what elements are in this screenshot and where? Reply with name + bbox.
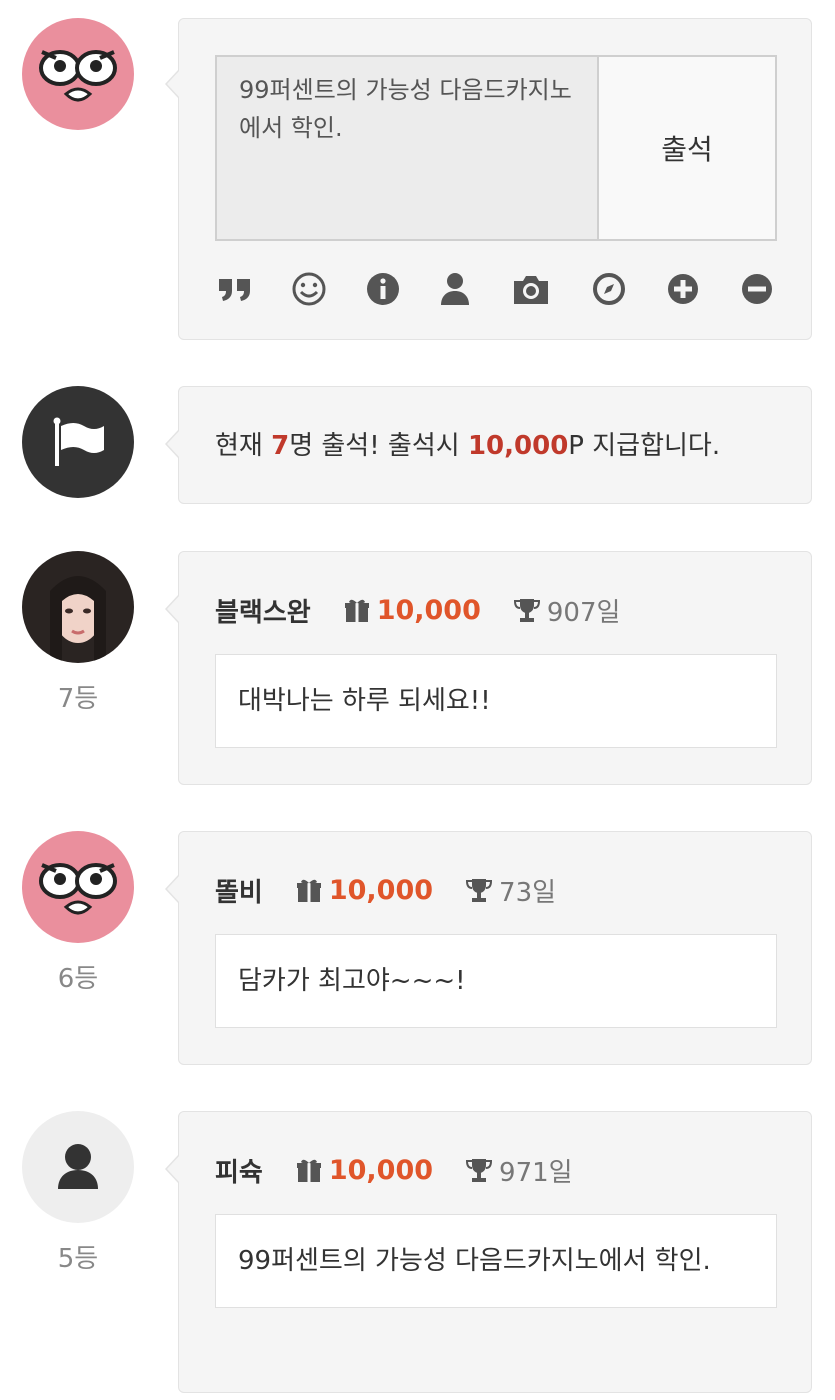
attendance-notice: 현재 7명 출석! 출석시 10,000P 지급합니다. bbox=[215, 431, 721, 461]
rank-label: 7등 bbox=[57, 684, 99, 714]
compose-panel: 99퍼센트의 가능성 다음드카지노에서 학인. 출석 bbox=[165, 18, 812, 340]
nickname[interactable]: 피슉 bbox=[215, 1152, 263, 1189]
trophy-icon bbox=[466, 1159, 493, 1182]
compose-toolbar bbox=[215, 269, 777, 313]
attendance-days: 971일 bbox=[499, 1157, 573, 1188]
user-icon[interactable] bbox=[435, 269, 475, 309]
comment-panel: 블랙스완 10,000 907일 대박나는 하루 되세요!! bbox=[165, 551, 812, 785]
attendance-days: 907일 bbox=[546, 597, 621, 628]
camera-icon[interactable] bbox=[511, 269, 551, 309]
info-icon[interactable] bbox=[363, 269, 403, 309]
comment-message: 담카가 최고야~~~! bbox=[215, 934, 777, 1028]
comment-meta: 똘비 10,000 73일 bbox=[215, 870, 556, 910]
comment-message: 대박나는 하루 되세요!! bbox=[215, 654, 777, 748]
profile-photo bbox=[50, 576, 106, 663]
rank-label: 6등 bbox=[57, 964, 99, 994]
commenter-avatar[interactable] bbox=[22, 831, 134, 943]
comment-meta: 피슉 10,000 971일 bbox=[215, 1150, 573, 1190]
notice-panel: 현재 7명 출석! 출석시 10,000P 지급합니다. bbox=[165, 386, 812, 504]
compose-box: 99퍼센트의 가능성 다음드카지노에서 학인. 출석 bbox=[215, 55, 777, 241]
comment-meta: 블랙스완 10,000 907일 bbox=[215, 590, 620, 630]
rank-label: 5등 bbox=[57, 1244, 99, 1274]
smile-icon[interactable] bbox=[289, 269, 329, 309]
user-avatar bbox=[22, 18, 134, 130]
compass-icon[interactable] bbox=[589, 269, 629, 309]
gift-icon bbox=[344, 599, 369, 622]
minus-icon[interactable] bbox=[737, 269, 777, 309]
nickname[interactable]: 블랙스완 bbox=[215, 592, 311, 629]
plus-icon[interactable] bbox=[663, 269, 703, 309]
comment-message: 99퍼센트의 가능성 다음드카지노에서 학인. bbox=[215, 1214, 777, 1308]
points-value: 10,000 bbox=[328, 1154, 434, 1186]
gift-icon bbox=[296, 1159, 321, 1182]
comment-panel: 피슉 10,000 971일 99퍼센트의 가능성 다음드카지노에서 학인. bbox=[165, 1111, 812, 1393]
compose-input[interactable]: 99퍼센트의 가능성 다음드카지노에서 학인. bbox=[217, 57, 599, 239]
comment-panel: 똘비 10,000 73일 담카가 최고야~~~! bbox=[165, 831, 812, 1065]
nickname[interactable]: 똘비 bbox=[215, 872, 263, 909]
commenter-avatar[interactable] bbox=[22, 551, 134, 663]
attendance-points: 10,000 bbox=[467, 431, 569, 461]
flag-icon bbox=[53, 417, 104, 466]
gift-icon bbox=[296, 879, 321, 902]
trophy-icon bbox=[513, 599, 540, 622]
trophy-icon bbox=[466, 879, 493, 902]
points-value: 10,000 bbox=[328, 874, 434, 906]
points-value: 10,000 bbox=[376, 594, 481, 626]
quote-icon[interactable] bbox=[215, 269, 255, 309]
attend-button[interactable]: 출석 bbox=[597, 57, 775, 239]
face-icon bbox=[39, 50, 117, 102]
user-icon bbox=[58, 1144, 98, 1189]
attendance-days: 73일 bbox=[499, 877, 557, 908]
notice-avatar bbox=[22, 386, 134, 498]
face-icon bbox=[39, 863, 117, 915]
attendance-count: 7 bbox=[271, 431, 290, 461]
commenter-avatar[interactable] bbox=[22, 1111, 134, 1223]
